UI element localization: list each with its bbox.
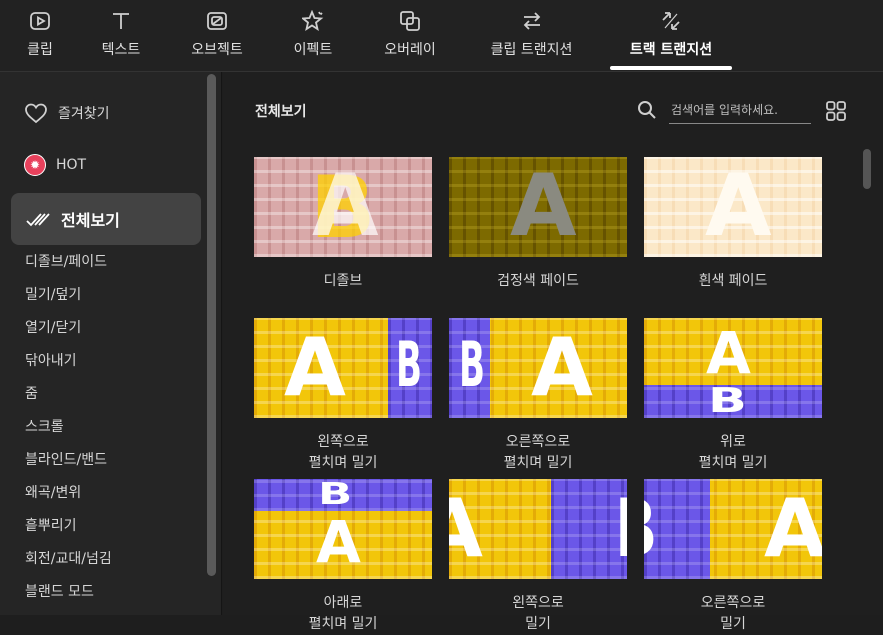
thumb-letter-a: A: [705, 157, 772, 256]
tile-caption: 아래로 펼치며 밀기: [308, 595, 378, 632]
thumbnail: A: [449, 157, 627, 257]
tab-track-transition[interactable]: 트랙 트랜지션: [610, 0, 732, 72]
transition-gallery: 전체보기 B A 디졸브 A 검정색 페이드 A 흰색 페이드: [223, 72, 883, 632]
transition-tile-dissolve[interactable]: B A 디졸브: [254, 157, 432, 292]
sidebar-item-dissolve-fade[interactable]: 디졸브/페이드: [25, 252, 112, 285]
tab-label: 오버레이: [384, 42, 436, 58]
text-t-icon: [108, 8, 134, 34]
thumb-letter-a: A: [531, 321, 593, 414]
sidebar-scrollbar[interactable]: [207, 74, 216, 576]
tab-label: 텍스트: [101, 42, 141, 58]
category-list: 디졸브/페이드 밀기/덮기 열기/닫기 닦아내기 줌 스크롤 블라인드/밴드 왜…: [25, 252, 112, 615]
page-title: 전체보기: [255, 104, 307, 120]
tab-label: 이펙트: [293, 42, 333, 58]
heart-icon: [25, 103, 47, 124]
thumb-letter-a: A: [284, 321, 346, 414]
tile-caption: 위로 펼치며 밀기: [698, 434, 768, 471]
active-tab-indicator: [610, 66, 732, 70]
grid-view-icon[interactable]: [825, 100, 847, 122]
sidebar-item-favorites[interactable]: 즐겨찾기: [24, 102, 110, 124]
sidebar-item-blind-band[interactable]: 블라인드/밴드: [25, 450, 112, 483]
transition-tile-push-down[interactable]: B A 아래로 펼치며 밀기: [254, 479, 432, 635]
tab-overlay[interactable]: 오버레이: [379, 0, 441, 72]
thumb-letter-a: A: [706, 319, 751, 387]
thumbnail: B A: [254, 479, 432, 579]
tab-text[interactable]: 텍스트: [98, 0, 144, 72]
search-input[interactable]: [669, 97, 811, 124]
thumbnail: A B: [449, 479, 627, 579]
star-sparkle-icon: [300, 8, 326, 34]
diagonal-arrows-icon: [658, 8, 684, 34]
search-icon[interactable]: [637, 100, 657, 120]
sidebar-item-scatter[interactable]: 흩뿌리기: [25, 516, 112, 549]
double-check-icon: [26, 213, 50, 227]
sidebar-item-rotate-flip[interactable]: 회전/교대/넘김: [25, 549, 112, 582]
transition-tab-bar: 클립 텍스트 오브젝트 이펙트 오버레이 클립 트랜지션 트랙 트랜지션: [0, 0, 883, 72]
sidebar-item-scroll[interactable]: 스크롤: [25, 417, 112, 450]
sidebar-item-hot[interactable]: ✹ HOT: [24, 154, 86, 176]
thumbnail: B A: [449, 318, 627, 418]
tab-label: 트랙 트랜지션: [629, 42, 713, 58]
thumb-letter-b: B: [708, 381, 747, 418]
sidebar-item-label: HOT: [56, 157, 87, 173]
thumb-letter-a: A: [510, 157, 577, 256]
tab-clip[interactable]: 클립: [24, 0, 56, 72]
gallery-scrollbar[interactable]: [863, 149, 871, 189]
thumb-letter-b: B: [613, 489, 627, 569]
tile-caption: 흰색 페이드: [698, 273, 768, 289]
thumb-letter-b: B: [318, 479, 353, 512]
thumbnail: A: [644, 157, 822, 257]
thumb-letter-a: A: [764, 482, 822, 575]
sidebar-item-open-close[interactable]: 열기/닫기: [25, 318, 112, 351]
transition-tile-white-fade[interactable]: A 흰색 페이드: [644, 157, 822, 292]
sidebar-item-all[interactable]: 전체보기: [11, 193, 201, 245]
tile-caption: 오른쪽으로 펼치며 밀기: [503, 434, 573, 471]
tab-label: 클립 트랜지션: [490, 42, 573, 58]
tile-caption: 왼쪽으로 밀기: [512, 595, 564, 632]
tile-caption: 검정색 페이드: [497, 273, 579, 289]
sticker-icon: [204, 8, 230, 34]
transition-tile-push-right[interactable]: B A 오른쪽으로 펼치며 밀기: [449, 318, 627, 474]
category-sidebar: 즐겨찾기 ✹ HOT 전체보기 디졸브/페이드 밀기/덮기 열기/닫기 닦아내기…: [0, 72, 222, 615]
sidebar-item-zoom[interactable]: 줌: [25, 384, 112, 417]
play-square-icon: [27, 8, 53, 34]
thumbnail: A B: [254, 318, 432, 418]
thumb-letter-a: A: [449, 482, 483, 575]
transition-tile-slide-left[interactable]: A B 왼쪽으로밀기: [449, 479, 627, 635]
tab-label: 오브젝트: [191, 42, 243, 58]
overlay-layers-icon: [397, 8, 423, 34]
transition-tile-black-fade[interactable]: A 검정색 페이드: [449, 157, 627, 292]
thumbnail: B A: [254, 157, 432, 257]
sidebar-item-wipe[interactable]: 닦아내기: [25, 351, 112, 384]
tab-effect[interactable]: 이펙트: [289, 0, 337, 72]
thumb-letter-b: B: [396, 328, 422, 401]
sidebar-item-blend-mode[interactable]: 블랜드 모드: [25, 582, 112, 615]
tab-label: 클립: [27, 42, 53, 58]
transition-tile-slide-right[interactable]: B A 오른쪽으로밀기: [644, 479, 822, 635]
tile-caption: 왼쪽으로 펼치며 밀기: [308, 434, 378, 471]
tab-object[interactable]: 오브젝트: [186, 0, 248, 72]
tile-caption: 디졸브: [323, 273, 363, 289]
tile-caption: 오른쪽으로 밀기: [700, 595, 766, 632]
sidebar-item-push-cover[interactable]: 밀기/덮기: [25, 285, 112, 318]
sidebar-item-label: 전체보기: [61, 211, 120, 230]
transition-tile-push-left[interactable]: A B 왼쪽으로 펼치며 밀기: [254, 318, 432, 474]
thumb-letter-a: A: [316, 508, 361, 576]
hot-flame-icon: ✹: [24, 154, 46, 176]
swap-arrows-icon: [519, 8, 545, 34]
tab-clip-transition[interactable]: 클립 트랜지션: [484, 0, 579, 72]
sidebar-item-label: 즐겨찾기: [58, 106, 110, 122]
thumb-letter-a: A: [312, 157, 379, 256]
thumb-letter-b: B: [459, 328, 485, 401]
thumbnail: B A: [644, 479, 822, 579]
transition-tile-push-up[interactable]: A B 위로 펼치며 밀기: [644, 318, 822, 474]
thumbnail: A B: [644, 318, 822, 418]
sidebar-item-distort[interactable]: 왜곡/변위: [25, 483, 112, 516]
thumb-letter-b: B: [644, 489, 659, 569]
